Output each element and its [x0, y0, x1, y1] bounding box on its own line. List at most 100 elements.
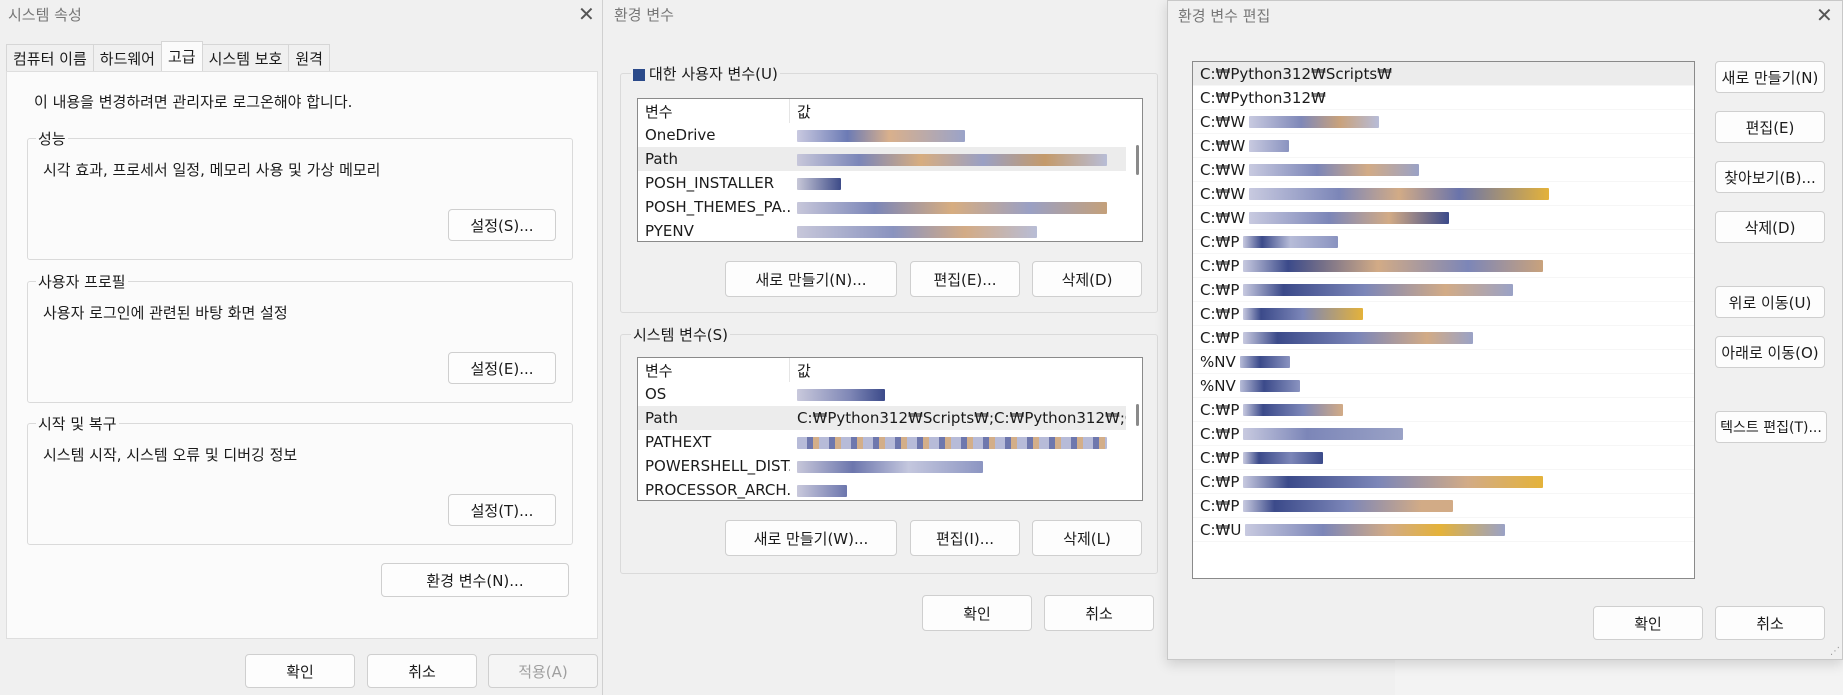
ok-button[interactable]: 확인	[1593, 606, 1703, 640]
list-item[interactable]: C:₩U	[1193, 518, 1694, 542]
tab-hardware[interactable]: 하드웨어	[92, 44, 162, 71]
list-item[interactable]: C:₩W	[1193, 182, 1694, 206]
cancel-button[interactable]: 취소	[1044, 595, 1154, 631]
window-title: 환경 변수 편집	[1178, 7, 1271, 25]
list-item[interactable]: POSH_THEMES_PA...	[638, 195, 1126, 219]
startup-recovery-group: 시작 및 복구 시스템 시작, 시스템 오류 및 디버깅 정보 설정(T)...	[27, 413, 573, 545]
system-new-button[interactable]: 새로 만들기(W)...	[725, 520, 897, 556]
system-variables-list[interactable]: 변수 값 OS Path C:₩Python312₩Scripts₩;C:₩Py…	[637, 357, 1143, 501]
tab-bar: 컴퓨터 이름 하드웨어 고급 시스템 보호 원격	[6, 41, 330, 71]
tab-advanced[interactable]: 고급	[160, 41, 203, 71]
ok-button[interactable]: 확인	[245, 654, 355, 688]
system-variables-group: 시스템 변수(S) 변수 값 OS Path C:₩Python312₩Scri…	[620, 324, 1158, 574]
delete-button[interactable]: 삭제(D)	[1715, 211, 1825, 243]
variable-name: PROCESSOR_ARCH...	[645, 481, 790, 499]
user-variables-list[interactable]: 변수 값 OneDrive Path POSH_INSTALLER POSH_T…	[637, 98, 1143, 242]
edit-button[interactable]: 편집(E)	[1715, 111, 1825, 143]
cancel-button[interactable]: 취소	[367, 654, 477, 688]
list-item[interactable]: C:₩P	[1193, 398, 1694, 422]
system-variables-label: 시스템 변수(S)	[631, 324, 730, 345]
close-icon[interactable]: ✕	[1816, 5, 1833, 25]
path-text: C:₩P	[1200, 400, 1240, 419]
performance-settings-button[interactable]: 설정(S)...	[448, 209, 556, 241]
variable-value: C:₩Python312₩Scripts₩;C:₩Python312₩;C:₩.…	[797, 409, 1126, 427]
list-item[interactable]: OS	[638, 382, 1126, 406]
startup-settings-button[interactable]: 설정(T)...	[448, 494, 556, 526]
window-title: 시스템 속성	[8, 6, 82, 24]
path-text: C:₩P	[1200, 328, 1240, 347]
list-item[interactable]: C:₩P	[1193, 302, 1694, 326]
path-text: C:₩P	[1200, 472, 1240, 491]
column-header-variable[interactable]: 변수	[638, 99, 790, 123]
column-header-variable[interactable]: 변수	[638, 358, 790, 382]
performance-group: 성능 시각 효과, 프로세서 일정, 메모리 사용 및 가상 메모리 설정(S)…	[27, 128, 573, 260]
redacted-path-segment	[1243, 499, 1454, 512]
list-item[interactable]: C:₩P	[1193, 494, 1694, 518]
user-delete-button[interactable]: 삭제(D)	[1032, 261, 1142, 297]
apply-button[interactable]: 적용(A)	[488, 654, 598, 688]
move-up-button[interactable]: 위로 이동(U)	[1715, 286, 1825, 318]
list-item[interactable]: C:₩P	[1193, 446, 1694, 470]
list-item[interactable]: C:₩W	[1193, 134, 1694, 158]
path-text: C:₩U	[1200, 520, 1242, 539]
list-item[interactable]: Path C:₩Python312₩Scripts₩;C:₩Python312₩…	[638, 406, 1126, 430]
path-text: C:₩P	[1200, 232, 1240, 251]
list-item[interactable]: C:₩P	[1193, 326, 1694, 350]
close-icon[interactable]: ✕	[578, 4, 595, 24]
user-profile-settings-button[interactable]: 설정(E)...	[448, 352, 556, 384]
list-item[interactable]: PROCESSOR_ARCH...	[638, 478, 1126, 500]
path-text: C:₩W	[1200, 184, 1246, 203]
system-list-scrollbar[interactable]	[1136, 404, 1139, 426]
new-button[interactable]: 새로 만들기(N)	[1715, 61, 1825, 93]
list-item[interactable]: C:₩Python312₩	[1193, 86, 1694, 110]
path-text: C:₩P	[1200, 280, 1240, 299]
variable-name: PYENV	[645, 222, 694, 240]
ok-button[interactable]: 확인	[922, 595, 1032, 631]
user-profile-desc: 사용자 로그인에 관련된 바탕 화면 설정	[43, 304, 288, 322]
list-item[interactable]: OneDrive	[638, 123, 1126, 147]
column-header-value[interactable]: 값	[790, 99, 811, 123]
list-item[interactable]: %NV	[1193, 374, 1694, 398]
list-item[interactable]: Path	[638, 147, 1126, 171]
redacted-path-segment	[1249, 115, 1380, 128]
list-item[interactable]: C:₩P	[1193, 422, 1694, 446]
list-item[interactable]: PATHEXT	[638, 430, 1126, 454]
list-item[interactable]: C:₩W	[1193, 158, 1694, 182]
tab-computer-name[interactable]: 컴퓨터 이름	[6, 44, 94, 71]
environment-variables-button[interactable]: 환경 변수(N)...	[381, 563, 569, 597]
list-item[interactable]: C:₩P	[1193, 230, 1694, 254]
browse-button[interactable]: 찾아보기(B)...	[1715, 161, 1825, 193]
list-item[interactable]: C:₩P	[1193, 278, 1694, 302]
user-profile-group: 사용자 프로필 사용자 로그인에 관련된 바탕 화면 설정 설정(E)...	[27, 271, 573, 403]
tab-system-protection[interactable]: 시스템 보호	[201, 44, 290, 71]
path-text: C:₩P	[1200, 448, 1240, 467]
path-list[interactable]: C:₩Python312₩Scripts₩ C:₩Python312₩ C:₩W C:…	[1192, 61, 1695, 579]
redacted-path-segment	[1243, 235, 1339, 248]
move-down-button[interactable]: 아래로 이동(O)	[1715, 336, 1825, 368]
resize-grip-icon[interactable]: ⋰	[1830, 646, 1840, 657]
list-item[interactable]: POSH_INSTALLER	[638, 171, 1126, 195]
column-header-value[interactable]: 값	[790, 358, 811, 382]
list-item[interactable]: C:₩P	[1193, 254, 1694, 278]
tab-remote[interactable]: 원격	[288, 44, 330, 71]
text-edit-button[interactable]: 텍스트 편집(T)...	[1715, 411, 1827, 443]
window-title: 환경 변수	[614, 6, 674, 24]
redacted-path-segment	[1249, 139, 1290, 152]
cancel-button[interactable]: 취소	[1715, 606, 1825, 640]
list-item[interactable]: C:₩Python312₩Scripts₩	[1193, 62, 1694, 86]
user-new-button[interactable]: 새로 만들기(N)...	[725, 261, 897, 297]
variable-name: POSH_THEMES_PA...	[645, 198, 790, 216]
user-list-scrollbar[interactable]	[1136, 145, 1139, 175]
system-delete-button[interactable]: 삭제(L)	[1032, 520, 1142, 556]
list-item[interactable]: C:₩W	[1193, 206, 1694, 230]
system-edit-button[interactable]: 편집(I)...	[910, 520, 1020, 556]
list-item[interactable]: C:₩P	[1193, 470, 1694, 494]
user-edit-button[interactable]: 편집(E)...	[910, 261, 1020, 297]
list-item[interactable]: C:₩W	[1193, 110, 1694, 134]
user-variables-group: 대한 사용자 변수(U) 변수 값 OneDrive Path POSH_INS…	[620, 63, 1158, 313]
list-item[interactable]: PYENV	[638, 219, 1126, 241]
list-item[interactable]: POWERSHELL_DIST...	[638, 454, 1126, 478]
list-item[interactable]: %NV	[1193, 350, 1694, 374]
variable-name: PATHEXT	[645, 433, 712, 451]
variable-name: Path	[645, 150, 678, 168]
